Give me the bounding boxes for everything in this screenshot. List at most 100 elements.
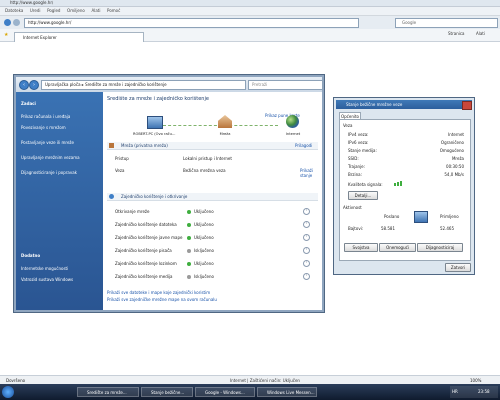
- back-icon[interactable]: ‹: [19, 80, 29, 90]
- network-center-main: Središte za mreže i zajedničko korištenj…: [103, 92, 322, 310]
- sharing-row-value-1: Uključeno: [194, 222, 214, 227]
- clock: 23:58: [478, 389, 490, 394]
- task-view-computers[interactable]: Prikaz računala i uređaja: [21, 114, 99, 119]
- network-center-window: ‹ › Upravljačka ploča ▸ Središte za mrež…: [13, 74, 325, 313]
- network-house-icon: [218, 115, 232, 128]
- signal-bar-icon: [397, 182, 399, 186]
- access-value: Lokalni pristup i Internet: [183, 156, 232, 161]
- bytes-sent: 58.581: [381, 226, 395, 231]
- field-label-1: IPv6 veza:: [348, 140, 369, 145]
- signal-label: Kvaliteta signala:: [348, 182, 383, 187]
- chevron-down-icon[interactable]: ˅: [303, 273, 310, 280]
- properties-button[interactable]: Svojstva: [344, 243, 378, 252]
- sent-label: Poslano: [384, 214, 400, 219]
- browser-menu-bar: Datoteka Uredi Pogled Omiljeno Alati Pom…: [0, 7, 500, 16]
- sharing-row-label-2: Zajedničko korištenje javne mape: [115, 235, 183, 240]
- menu-view[interactable]: Pogled: [47, 7, 60, 15]
- start-button-icon[interactable]: [2, 386, 14, 398]
- map-node-computer: ROBERT-PC (Ovo računalo): [133, 132, 177, 136]
- menu-tools[interactable]: Alati: [91, 7, 100, 15]
- sharing-row-value-0: Uključeno: [194, 209, 214, 214]
- connection-group-label: Veza: [343, 123, 353, 128]
- shared-files-link[interactable]: Prikaži sve datoteke i mape koje zajedni…: [107, 290, 287, 295]
- close-button[interactable]: Zatvori: [445, 263, 471, 272]
- browser-tab[interactable]: Internet Explorer: [14, 32, 144, 42]
- close-icon[interactable]: [462, 101, 472, 110]
- bytes-received: 52.465: [440, 226, 454, 231]
- taskbar: Središte za mreže... Stanje bežične... G…: [0, 384, 500, 400]
- field-value-1: Ograničeno: [440, 140, 464, 145]
- sharing-row-label-4: Zajedničko korištenje lozinkom: [115, 261, 177, 266]
- task-diagnose[interactable]: Dijagnosticiranje i popravak: [21, 170, 99, 175]
- sharing-row-value-4: Uključeno: [194, 261, 214, 266]
- network-activity-icon: [414, 211, 428, 223]
- tools-menu-button[interactable]: Alati: [476, 29, 485, 39]
- field-value-0: Internet: [448, 132, 464, 137]
- diagnose-button[interactable]: Dijagnosticiraj: [417, 243, 463, 252]
- bytes-label: Bajtovi:: [348, 226, 364, 231]
- menu-edit[interactable]: Uredi: [30, 7, 41, 15]
- page-menu-button[interactable]: Stranica: [448, 29, 465, 39]
- sharing-row-label-3: Zajedničko korištenje pisača: [115, 248, 172, 253]
- disable-button[interactable]: Onemogući: [379, 243, 416, 252]
- status-on-icon: [187, 236, 191, 240]
- network-house-small-icon: [109, 143, 114, 148]
- menu-favorites[interactable]: Omiljeno: [67, 7, 85, 15]
- forward-icon[interactable]: ›: [29, 80, 39, 90]
- task-setup-connection[interactable]: Postavljanje veze ili mreže: [21, 140, 99, 145]
- sharing-row-value-5: Isključeno: [194, 274, 214, 279]
- details-button[interactable]: Detalji...: [348, 191, 378, 200]
- access-label: Pristup: [115, 156, 129, 161]
- see-also-heading: Dodatno: [21, 253, 41, 258]
- chevron-down-icon[interactable]: ˅: [303, 208, 310, 215]
- status-on-icon: [187, 262, 191, 266]
- chevron-down-icon[interactable]: ˅: [303, 221, 310, 228]
- language-indicator[interactable]: HR: [452, 386, 458, 398]
- window-search-input[interactable]: Pretraži: [248, 80, 323, 90]
- browser-address-row: http://www.google.hr/ Google: [0, 16, 500, 30]
- forward-icon[interactable]: [13, 19, 20, 26]
- back-icon[interactable]: [4, 19, 11, 26]
- tasks-heading: Zadaci: [21, 101, 36, 106]
- signal-bar-icon: [394, 183, 396, 186]
- field-value-3: Mreža: [451, 156, 464, 161]
- task-connect-network[interactable]: Povezivanje s mrežom: [21, 125, 99, 130]
- field-value-5: 54,0 Mb/s: [444, 172, 464, 177]
- menu-help[interactable]: Pomoć: [107, 7, 120, 15]
- connection-value: Bežična mrežna veza: [183, 168, 226, 173]
- chevron-down-icon[interactable]: ˅: [303, 234, 310, 241]
- map-node-internet: Internet: [285, 132, 301, 136]
- favorites-star-icon[interactable]: ★: [4, 32, 8, 38]
- field-label-0: IPv4 veza:: [348, 132, 369, 137]
- status-on-icon: [187, 223, 191, 227]
- see-also-firewall[interactable]: Vatrozid sustava Windows: [21, 277, 99, 282]
- see-also-internet-options[interactable]: Internetske mogućnosti: [21, 266, 99, 271]
- dialog-title: Stanje bežične mrežne veze: [336, 100, 472, 109]
- chevron-down-icon[interactable]: ˅: [303, 260, 310, 267]
- signal-bar-icon: [400, 181, 402, 186]
- task-browser[interactable]: Google - Windows...: [195, 387, 255, 397]
- address-bar[interactable]: http://www.google.hr/: [24, 18, 359, 28]
- chevron-down-icon[interactable]: ˅: [303, 247, 310, 254]
- menu-file[interactable]: Datoteka: [5, 7, 23, 15]
- breadcrumb[interactable]: Upravljačka ploča ▸ Središte za mreže i …: [41, 80, 246, 90]
- customize-link[interactable]: Prilagodi: [295, 143, 312, 148]
- task-network-center[interactable]: Središte za mreže...: [77, 387, 139, 397]
- browser-tab-row: ★ Internet Explorer Stranica Alati: [0, 29, 500, 42]
- task-manage-connections[interactable]: Upravljanje mrežnim vezama: [21, 155, 99, 160]
- shared-folders-link[interactable]: Prikaži sve zajedničke mrežne mape na ov…: [107, 297, 287, 302]
- field-value-2: Omogućeno: [439, 148, 464, 153]
- activity-group-label: Aktivnost: [343, 205, 362, 210]
- task-pane: Zadaci Prikaz računala i uređaja Poveziv…: [16, 92, 103, 310]
- view-status-link[interactable]: Prikaži stanje: [300, 168, 322, 178]
- internet-globe-icon: [286, 115, 299, 128]
- task-status-dialog[interactable]: Stanje bežične...: [141, 387, 193, 397]
- connection-status-dialog: Stanje bežične mrežne veze Općenito Veza…: [333, 97, 475, 275]
- field-label-5: Brzina:: [348, 172, 362, 177]
- field-label-4: Trajanje:: [348, 164, 365, 169]
- search-box[interactable]: Google: [395, 18, 498, 28]
- sharing-row-label-1: Zajedničko korištenje datoteka: [115, 222, 177, 227]
- network-section-header: Mreža (privatna mreža): [107, 142, 318, 150]
- task-messenger[interactable]: Windows Live Messenger: [257, 387, 317, 397]
- connection-label: Veza: [115, 168, 125, 173]
